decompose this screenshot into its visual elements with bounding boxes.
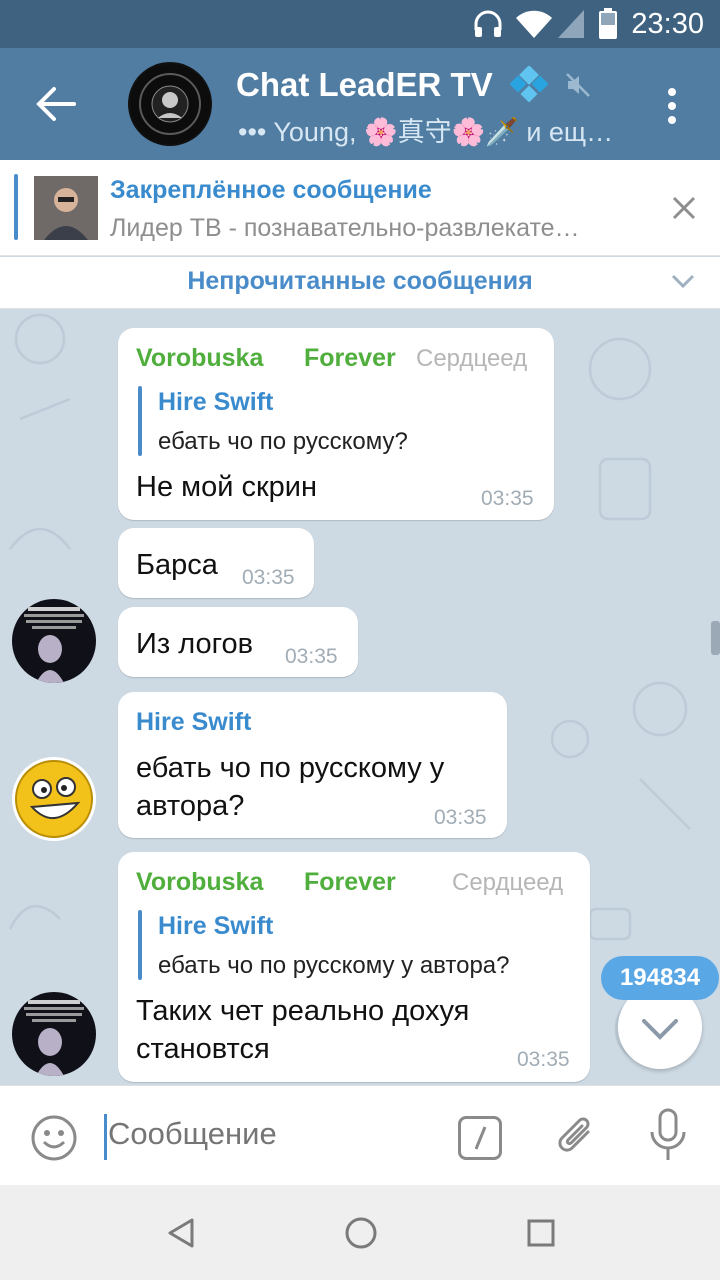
muted-icon bbox=[566, 73, 590, 97]
unread-count-badge: 194834 bbox=[601, 956, 719, 1000]
message-time: 03:35 bbox=[517, 1048, 570, 1071]
chat-subtitle: ••• Young, 🌸真守🌸🗡️ и ещ… bbox=[238, 117, 614, 147]
chat-header: Chat LeadER TV ••• Young, 🌸真守🌸🗡️ и ещ… bbox=[0, 48, 720, 160]
diamond-icon bbox=[509, 65, 549, 103]
unread-label: Непрочитанные сообщения bbox=[187, 267, 533, 295]
message-time: 03:35 bbox=[285, 645, 338, 668]
sender-avatar[interactable] bbox=[12, 599, 96, 683]
nav-recents-icon[interactable] bbox=[526, 1218, 556, 1248]
pinned-message[interactable]: Закреплённое сообщение Лидер ТВ - познав… bbox=[0, 160, 720, 256]
chat-title[interactable]: Chat LeadER TV bbox=[236, 65, 591, 104]
close-icon[interactable] bbox=[672, 196, 696, 220]
message-composer bbox=[0, 1085, 720, 1185]
message-text: Из логов bbox=[136, 628, 254, 660]
pinned-text: Лидер ТВ - познавательно-развлекате… bbox=[110, 214, 580, 242]
message-input[interactable] bbox=[108, 1116, 438, 1152]
message-time: 03:35 bbox=[434, 806, 487, 829]
pinned-accent-bar bbox=[14, 174, 18, 240]
message-bubble[interactable]: Из логов 03:35 bbox=[118, 607, 358, 677]
reply-author[interactable]: Hire Swift bbox=[158, 388, 273, 417]
scrollbar-thumb[interactable] bbox=[711, 621, 720, 655]
microphone-icon[interactable] bbox=[648, 1108, 688, 1164]
message-time: 03:35 bbox=[481, 487, 534, 510]
attach-icon[interactable] bbox=[554, 1110, 598, 1162]
bot-command-button[interactable] bbox=[458, 1116, 502, 1160]
slash-icon bbox=[474, 1126, 487, 1150]
reply-accent-bar bbox=[138, 910, 142, 980]
message-bubble[interactable]: Vorobuska Forever Сердцеед Hire Swift еб… bbox=[118, 328, 554, 520]
message-text-line-2: автора? bbox=[136, 790, 245, 822]
message-text-line-1: Таких чет реально дохуя bbox=[136, 995, 470, 1027]
battery-icon bbox=[599, 8, 617, 39]
headphones-icon bbox=[474, 10, 502, 37]
sender-avatar[interactable] bbox=[12, 757, 96, 841]
message-text: Барса bbox=[136, 549, 218, 581]
chevron-down-icon[interactable] bbox=[670, 271, 696, 291]
author-rank: Сердцеед bbox=[452, 869, 564, 896]
message-author[interactable]: Hire Swift bbox=[136, 708, 251, 737]
reply-accent-bar bbox=[138, 386, 142, 456]
pinned-title: Закреплённое сообщение bbox=[110, 176, 432, 204]
message-text-line-2: становтся bbox=[136, 1033, 270, 1065]
emoji-icon[interactable] bbox=[30, 1114, 78, 1162]
reply-text[interactable]: ебать чо по русскому у автора? bbox=[158, 952, 510, 980]
message-author[interactable]: Vorobuska bbox=[136, 344, 263, 373]
message-bubble[interactable]: Vorobuska Forever Сердцеед Hire Swift еб… bbox=[118, 852, 590, 1082]
reply-text[interactable]: ебать чо по русскому? bbox=[158, 428, 408, 456]
signal-icon bbox=[558, 10, 584, 38]
wifi-icon bbox=[516, 10, 552, 38]
message-text: Не мой скрин bbox=[136, 471, 317, 503]
nav-back-icon[interactable] bbox=[166, 1217, 196, 1249]
system-nav-bar bbox=[0, 1185, 720, 1280]
sender-avatar[interactable] bbox=[12, 992, 96, 1076]
author-rank: Сердцеед bbox=[416, 345, 528, 372]
more-vert-icon[interactable] bbox=[662, 86, 682, 126]
message-author[interactable]: Vorobuska bbox=[136, 868, 263, 897]
pinned-thumbnail bbox=[34, 176, 98, 240]
message-bubble[interactable]: Hire Swift ебать чо по русскому у автора… bbox=[118, 692, 507, 838]
message-text-line-1: ебать чо по русскому у bbox=[136, 752, 445, 784]
message-author-tag: Forever bbox=[304, 344, 396, 372]
message-author-tag: Forever bbox=[304, 868, 396, 896]
text-cursor bbox=[104, 1114, 107, 1160]
message-time: 03:35 bbox=[242, 566, 295, 589]
chat-avatar[interactable] bbox=[128, 62, 212, 146]
clock: 23:30 bbox=[631, 8, 704, 40]
nav-home-icon[interactable] bbox=[344, 1216, 378, 1250]
status-bar: 23:30 bbox=[0, 0, 720, 48]
reply-author[interactable]: Hire Swift bbox=[158, 912, 273, 941]
unread-divider: Непрочитанные сообщения bbox=[0, 257, 720, 309]
back-arrow-icon[interactable] bbox=[34, 84, 78, 124]
message-bubble[interactable]: Барса 03:35 bbox=[118, 528, 314, 598]
